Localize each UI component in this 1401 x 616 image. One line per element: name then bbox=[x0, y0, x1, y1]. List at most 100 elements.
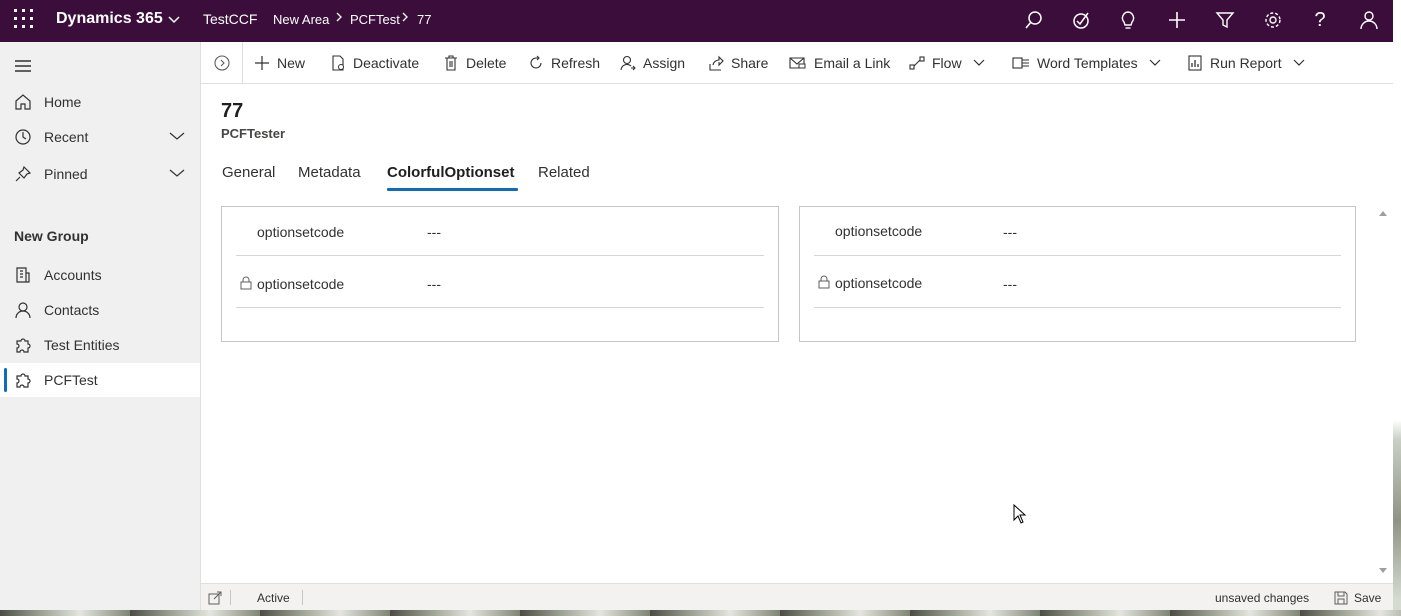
scroll-down-icon[interactable] bbox=[1379, 568, 1387, 574]
tab-colorfuloptionset[interactable]: ColorfulOptionset bbox=[387, 164, 515, 181]
top-navigation-bar: Dynamics 365 TestCCF New Area PCFTest 77 bbox=[0, 0, 1393, 42]
sidebar-item-contacts[interactable]: Contacts bbox=[0, 293, 200, 327]
new-button[interactable]: New bbox=[254, 42, 305, 83]
assign-person-icon bbox=[620, 55, 636, 70]
chevron-right-icon bbox=[400, 10, 410, 27]
status-footer: Active unsaved changes Save bbox=[201, 583, 1393, 611]
field-value: --- bbox=[427, 276, 441, 292]
breadcrumb-area[interactable]: New Area bbox=[273, 12, 329, 27]
word-templates-button[interactable]: Word Templates bbox=[1012, 42, 1169, 83]
help-icon[interactable]: ? bbox=[1308, 8, 1332, 32]
app-window: Dynamics 365 TestCCF New Area PCFTest 77 bbox=[0, 0, 1393, 616]
puzzle-icon bbox=[16, 373, 31, 388]
run-report-button-label: Run Report bbox=[1210, 54, 1282, 71]
sidebar-group-title: New Group bbox=[14, 228, 89, 244]
chevron-circle-icon bbox=[214, 55, 230, 71]
refresh-button-label: Refresh bbox=[551, 54, 601, 71]
gear-icon[interactable] bbox=[1261, 8, 1285, 32]
vertical-scrollbar[interactable] bbox=[1377, 206, 1389, 578]
sidebar-item-pcftest[interactable]: PCFTest bbox=[0, 363, 200, 397]
assign-button-label: Assign bbox=[643, 54, 686, 71]
share-button[interactable]: Share bbox=[708, 42, 768, 83]
field-value[interactable]: --- bbox=[1003, 224, 1017, 240]
sidebar-item-test-entities[interactable]: Test Entities bbox=[0, 328, 200, 362]
share-button-label: Share bbox=[731, 54, 769, 71]
app-launcher-icon[interactable] bbox=[14, 9, 34, 29]
new-button-label: New bbox=[277, 54, 306, 71]
word-icon bbox=[1012, 56, 1029, 69]
puzzle-icon bbox=[16, 338, 31, 353]
tab-related[interactable]: Related bbox=[538, 164, 590, 181]
record-status: Active bbox=[257, 591, 290, 605]
task-icon[interactable] bbox=[1069, 8, 1093, 32]
open-in-new-window-icon[interactable] bbox=[208, 591, 222, 605]
tab-metadata[interactable]: Metadata bbox=[298, 164, 361, 181]
email-link-icon bbox=[789, 56, 806, 69]
field-label: optionsetcode bbox=[835, 275, 923, 291]
lock-icon bbox=[240, 276, 252, 290]
word-templates-button-label: Word Templates bbox=[1037, 54, 1138, 71]
refresh-icon bbox=[530, 55, 542, 69]
sidebar-item-label: Home bbox=[44, 94, 82, 110]
form-section-right: optionsetcode --- optionsetcode --- bbox=[799, 206, 1356, 342]
delete-button[interactable]: Delete bbox=[443, 42, 506, 83]
scroll-up-icon[interactable] bbox=[1379, 210, 1387, 216]
plus-icon[interactable] bbox=[1165, 8, 1189, 32]
desktop-background-edge bbox=[1393, 0, 1401, 616]
assign-button[interactable]: Assign bbox=[620, 42, 685, 83]
chevron-down-icon[interactable] bbox=[168, 167, 186, 179]
hamburger-menu-icon[interactable] bbox=[14, 59, 32, 73]
field-row: optionsetcode --- bbox=[814, 259, 1341, 308]
command-bar: New Deactivate Delete Refresh Assign Sha… bbox=[201, 42, 1393, 84]
brand-name[interactable]: Dynamics 365 bbox=[56, 10, 163, 28]
delete-button-label: Delete bbox=[466, 54, 507, 71]
plus-icon bbox=[255, 55, 269, 70]
refresh-button[interactable]: Refresh bbox=[528, 42, 600, 83]
back-button[interactable] bbox=[201, 42, 243, 83]
document-icon bbox=[332, 54, 344, 71]
chevron-down-icon[interactable] bbox=[1148, 58, 1162, 68]
run-report-button[interactable]: Run Report bbox=[1187, 42, 1313, 83]
chevron-down-icon[interactable] bbox=[972, 58, 986, 68]
sidebar-item-pinned[interactable]: Pinned bbox=[0, 157, 200, 191]
trash-icon bbox=[445, 54, 457, 71]
sidebar-item-accounts[interactable]: Accounts bbox=[0, 258, 200, 292]
share-icon bbox=[709, 55, 724, 71]
active-tab-indicator bbox=[387, 188, 518, 191]
tab-general[interactable]: General bbox=[222, 164, 275, 181]
chevron-down-icon[interactable] bbox=[1292, 58, 1306, 68]
form-section-left: optionsetcode --- optionsetcode --- bbox=[221, 206, 779, 342]
sidebar-item-label: Contacts bbox=[44, 302, 100, 318]
sidebar-item-label: Accounts bbox=[44, 267, 102, 283]
mouse-cursor-icon bbox=[1013, 504, 1027, 524]
filter-icon[interactable] bbox=[1213, 8, 1237, 32]
field-row: optionsetcode --- bbox=[236, 259, 764, 308]
selected-indicator bbox=[4, 368, 7, 392]
sidebar-item-label: Pinned bbox=[44, 166, 88, 182]
sidebar-item-label: Test Entities bbox=[44, 337, 120, 353]
deactivate-button-label: Deactivate bbox=[353, 54, 420, 71]
sidebar-item-home[interactable]: Home bbox=[0, 85, 200, 119]
chevron-right-icon bbox=[334, 10, 344, 27]
field-value[interactable]: --- bbox=[427, 224, 441, 240]
app-name[interactable]: TestCCF bbox=[203, 11, 257, 27]
field-label: optionsetcode bbox=[257, 224, 345, 240]
flow-button[interactable]: Flow bbox=[909, 42, 993, 83]
save-icon[interactable] bbox=[1334, 591, 1348, 605]
save-button[interactable]: Save bbox=[1354, 591, 1381, 605]
home-icon bbox=[15, 94, 31, 110]
sidebar-item-recent[interactable]: Recent bbox=[0, 120, 200, 154]
email-link-button[interactable]: Email a Link bbox=[789, 42, 890, 83]
person-icon bbox=[15, 302, 31, 319]
chevron-down-icon[interactable] bbox=[167, 12, 181, 26]
person-icon[interactable] bbox=[1357, 8, 1381, 32]
breadcrumb-entity[interactable]: PCFTest bbox=[350, 12, 400, 27]
breadcrumb-record: 77 bbox=[417, 12, 432, 27]
sidebar-item-label: PCFTest bbox=[44, 372, 98, 388]
lightbulb-icon[interactable] bbox=[1116, 8, 1140, 32]
lock-icon bbox=[818, 275, 830, 289]
field-row: optionsetcode --- bbox=[236, 207, 764, 256]
search-icon[interactable] bbox=[1022, 8, 1046, 32]
deactivate-button[interactable]: Deactivate bbox=[330, 42, 419, 83]
chevron-down-icon[interactable] bbox=[168, 130, 186, 142]
